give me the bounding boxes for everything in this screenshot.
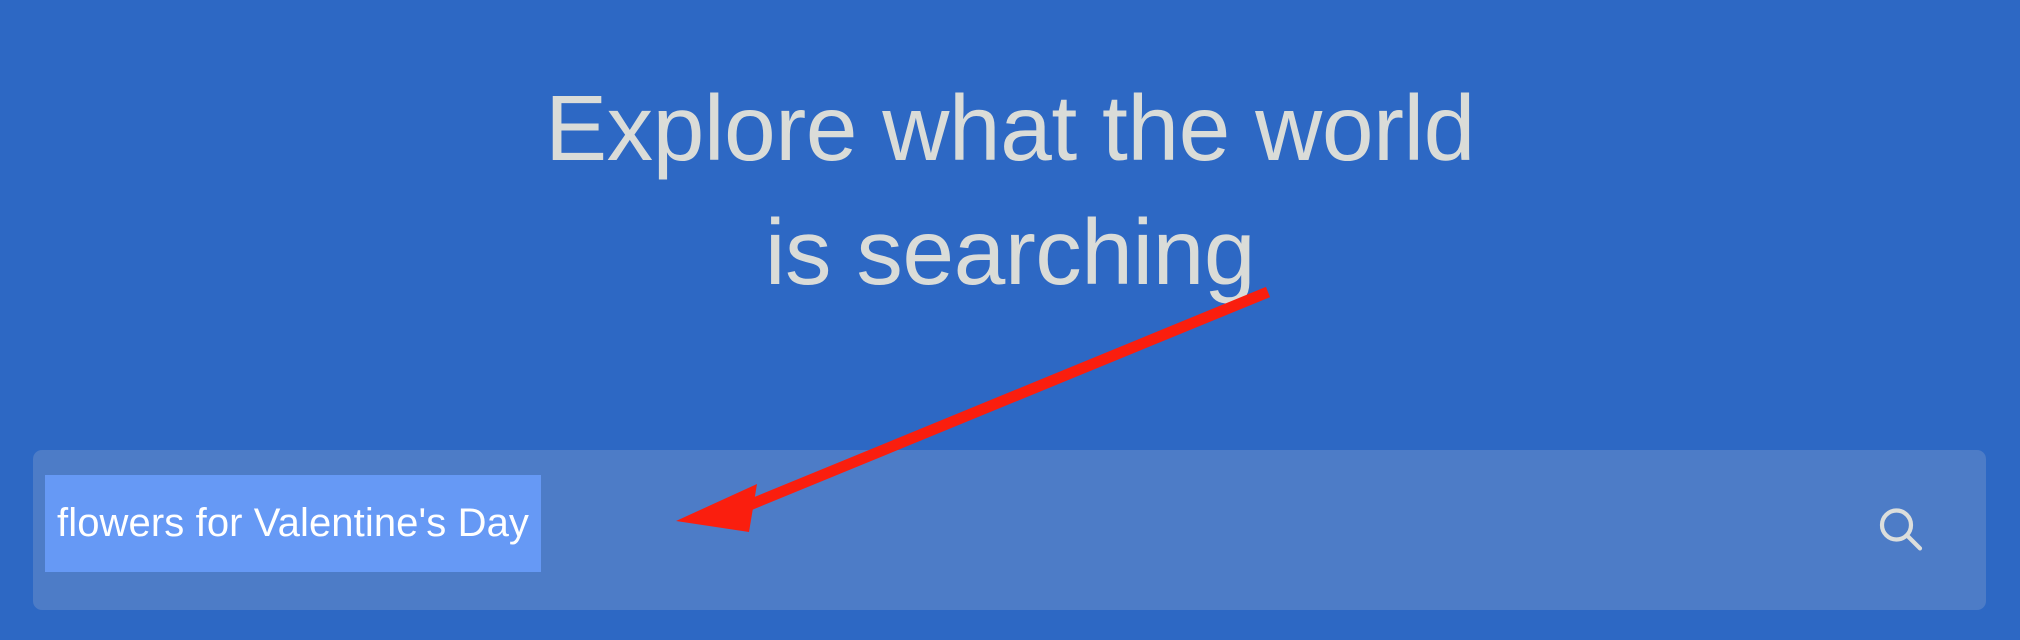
search-input[interactable]: flowers for Valentine's Day bbox=[45, 475, 542, 572]
page-title: Explore what the world is searching bbox=[0, 66, 2020, 314]
search-input-value[interactable]: flowers for Valentine's Day bbox=[45, 475, 542, 572]
page-title-line-1: Explore what the world bbox=[545, 76, 1475, 181]
trends-explore-hero: Explore what the world is searching flow… bbox=[0, 0, 2020, 640]
page-title-line-2: is searching bbox=[764, 200, 1256, 305]
search-icon[interactable] bbox=[1872, 501, 1930, 559]
search-bar[interactable]: flowers for Valentine's Day bbox=[33, 450, 1986, 610]
